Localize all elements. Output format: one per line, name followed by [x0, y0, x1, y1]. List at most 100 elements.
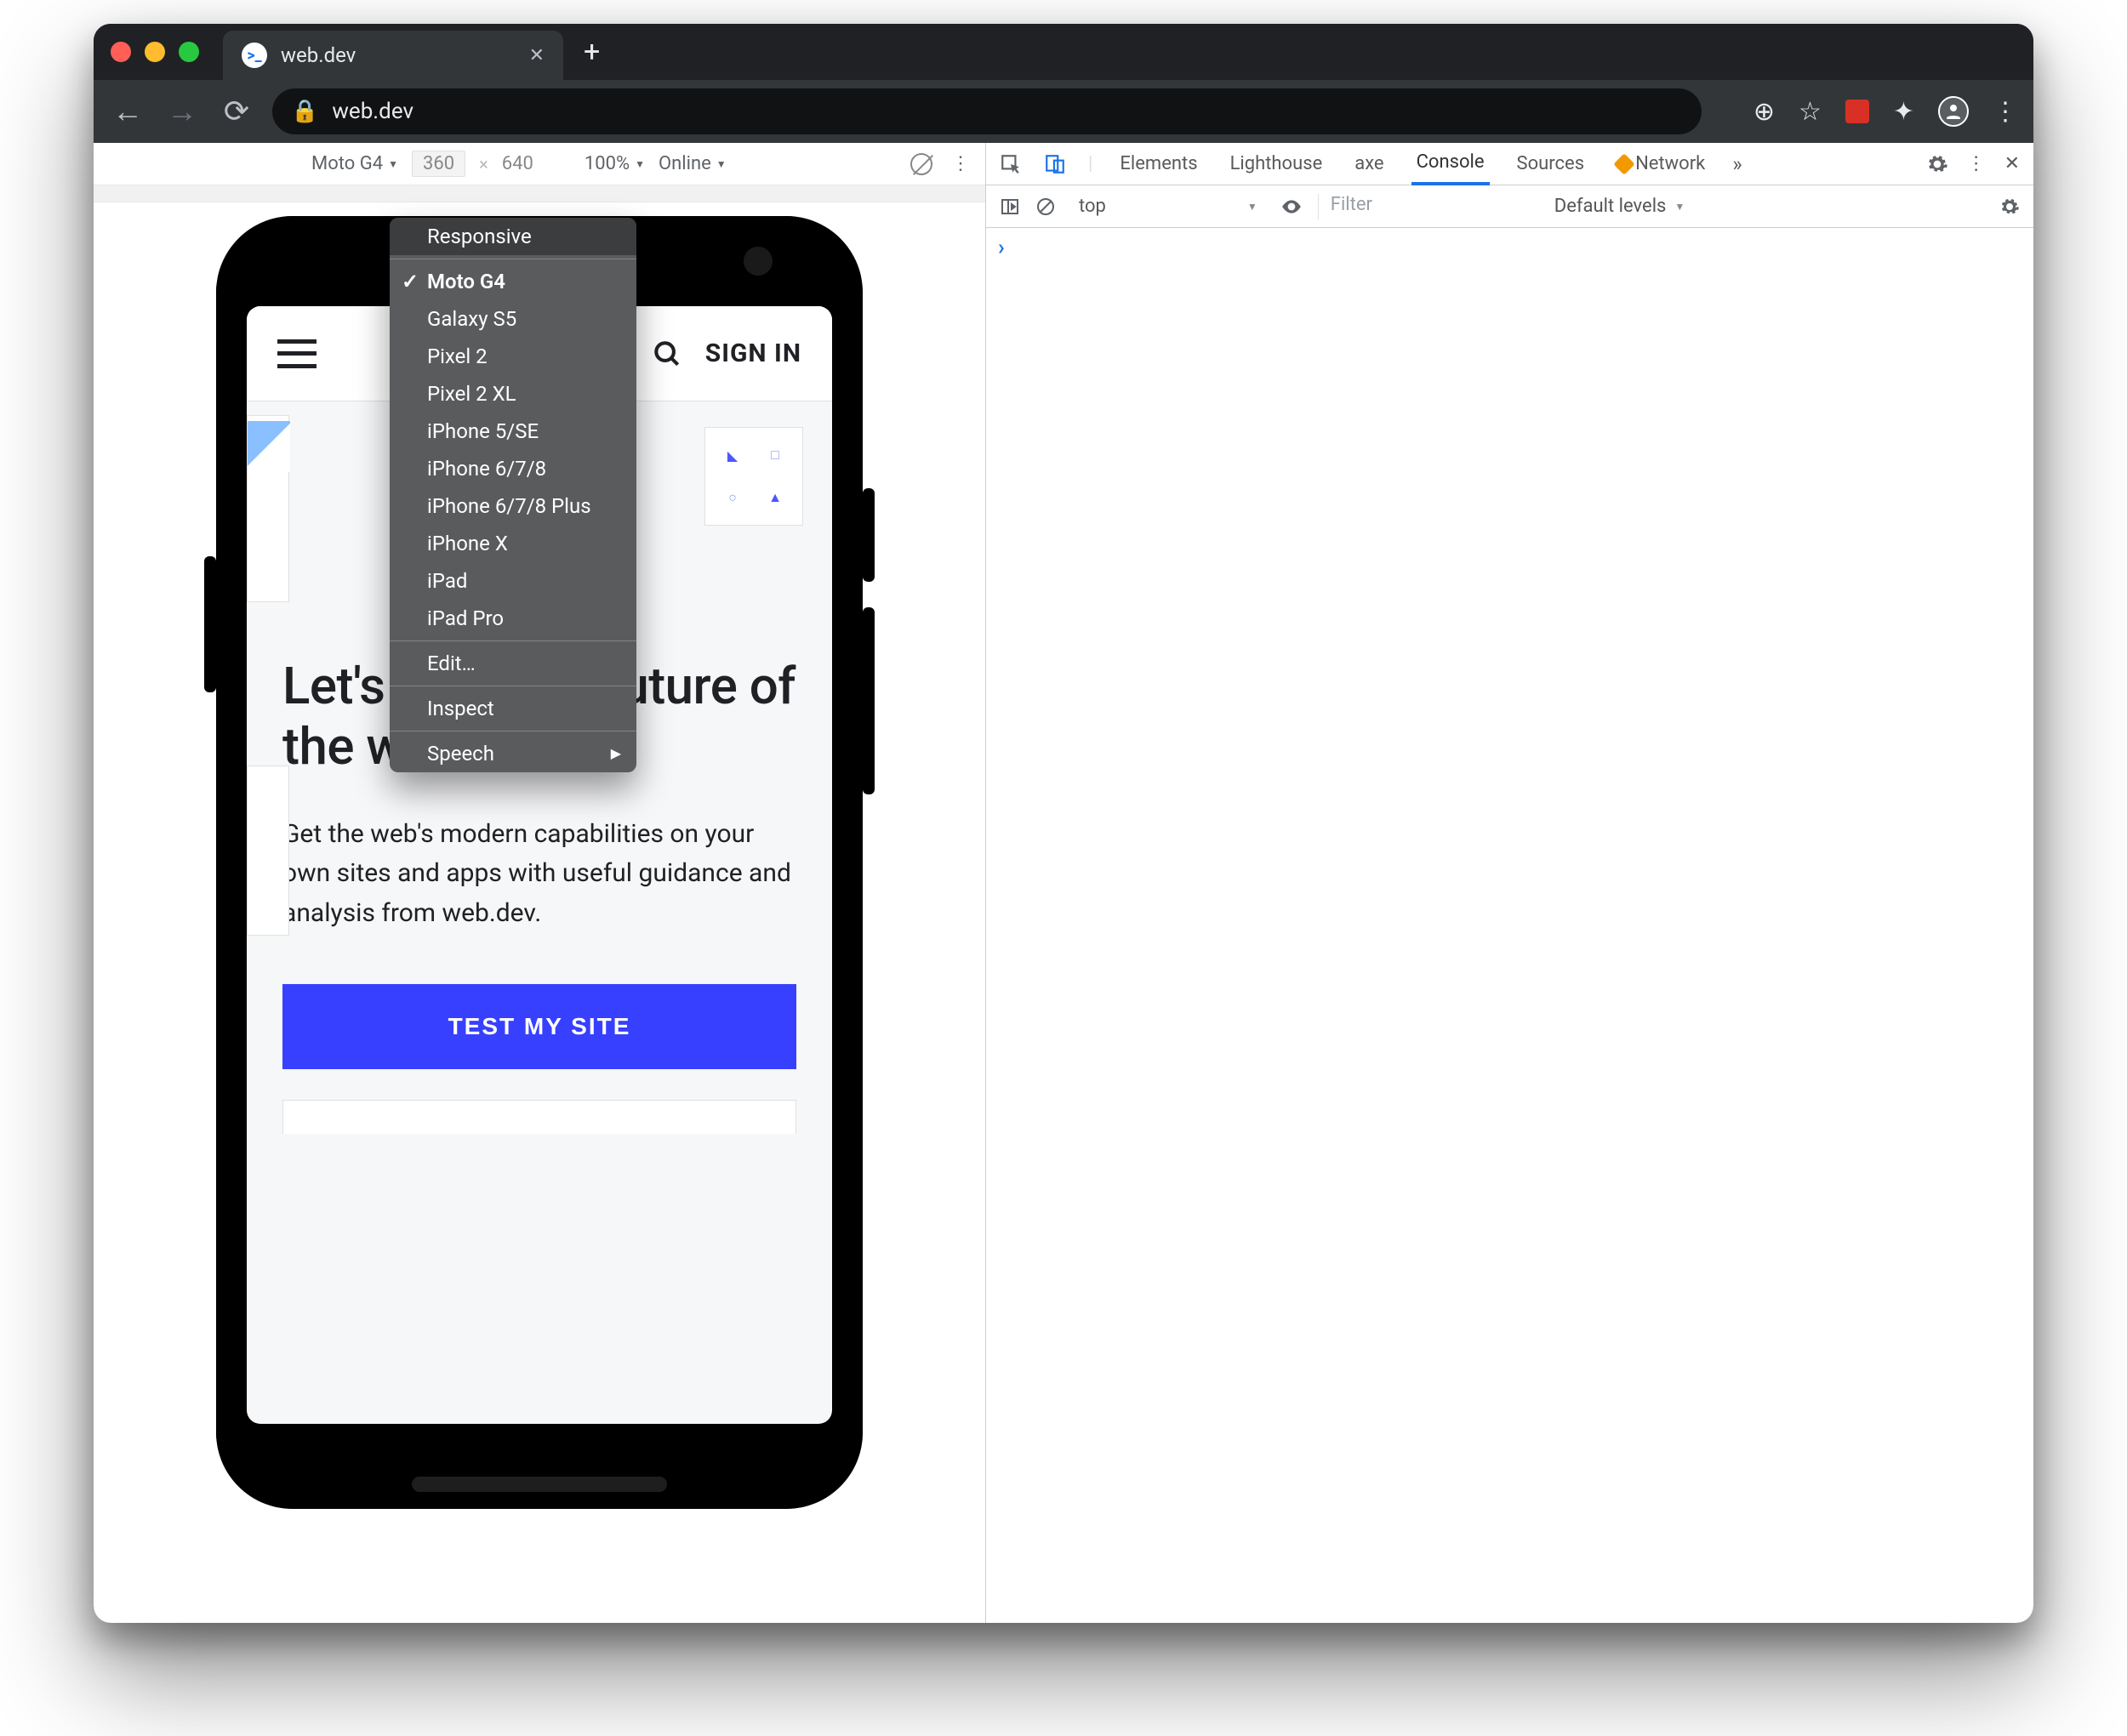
test-my-site-button[interactable]: TEST MY SITE: [282, 984, 796, 1069]
dimension-separator: ×: [479, 154, 488, 174]
new-tab-button[interactable]: +: [584, 35, 600, 69]
device-menu-inspect[interactable]: Inspect: [390, 690, 636, 727]
extensions-icon[interactable]: ✦: [1893, 97, 1914, 127]
device-menu-responsive[interactable]: Responsive: [390, 218, 636, 255]
devtools-close-icon[interactable]: ✕: [2004, 153, 2020, 174]
devtools-tab-label: Network: [1635, 153, 1705, 174]
viewport-ruler: [94, 185, 985, 202]
live-expression-icon[interactable]: [1280, 196, 1303, 218]
console-filter-input[interactable]: Filter: [1318, 194, 1539, 219]
minimize-window-icon[interactable]: [145, 42, 165, 62]
triangle-icon: ◣: [716, 438, 750, 472]
device-camera: [744, 247, 773, 276]
maximize-window-icon[interactable]: [179, 42, 199, 62]
devtools-tab-label: Elements: [1120, 153, 1197, 174]
kebab-menu-icon[interactable]: ⋮: [1993, 97, 2018, 127]
console-toolbar: top Filter Default levels: [986, 185, 2033, 228]
device-side-button: [863, 607, 875, 794]
inspect-element-icon[interactable]: [1000, 153, 1022, 175]
zoom-label: 100%: [584, 153, 630, 174]
device-menu-edit[interactable]: Edit…: [390, 645, 636, 682]
star-icon[interactable]: ☆: [1799, 97, 1822, 127]
device-height-input[interactable]: 640: [502, 153, 533, 174]
circle-icon: ○: [716, 481, 750, 515]
console-prompt-icon: ›: [998, 235, 1005, 260]
devtools-tabbar: | ElementsLighthouseaxeConsoleSourcesNet…: [986, 143, 2033, 185]
device-menu-item[interactable]: iPad: [390, 562, 636, 600]
sign-in-link[interactable]: SIGN IN: [705, 339, 801, 368]
extension-icon[interactable]: [1845, 100, 1869, 123]
device-home-indicator: [412, 1477, 667, 1492]
square-icon: □: [758, 438, 792, 472]
devtools-kebab-icon[interactable]: ⋮: [1967, 153, 1986, 174]
devtools-tab-label: axe: [1354, 153, 1383, 174]
search-icon[interactable]: [651, 338, 683, 370]
devtools-tab-label: Sources: [1517, 153, 1585, 174]
device-toolbar-more-icon[interactable]: ⋮: [951, 153, 970, 174]
forward-button[interactable]: →: [163, 94, 201, 129]
device-select[interactable]: Moto G4 ▼: [311, 153, 398, 174]
hero-side-card: [247, 766, 289, 936]
close-tab-icon[interactable]: ✕: [529, 45, 545, 66]
chevron-down-icon: ▼: [388, 158, 398, 170]
tab-title: web.dev: [281, 43, 356, 67]
rotate-icon[interactable]: [910, 153, 932, 175]
address-bar[interactable]: 🔒 web.dev: [272, 88, 1702, 134]
device-select-menu[interactable]: Responsive Moto G4Galaxy S5Pixel 2Pixel …: [390, 218, 636, 772]
console-body[interactable]: ›: [986, 228, 2033, 1623]
device-menu-item[interactable]: iPhone 5/SE: [390, 413, 636, 450]
device-menu-item[interactable]: iPad Pro: [390, 600, 636, 637]
devtools-tab-axe[interactable]: axe: [1349, 143, 1389, 185]
hero-subhead: Get the web's modern capabilities on you…: [282, 815, 796, 934]
titlebar: >_ web.dev ✕ +: [94, 24, 2033, 80]
devtools-tab-label: Console: [1417, 151, 1485, 173]
card-peek: [282, 1100, 796, 1134]
browser-window: >_ web.dev ✕ + ← → ⟳ 🔒 web.dev ⊕ ☆ ✦: [94, 24, 2033, 1623]
devtools-more-tabs-icon[interactable]: »: [1732, 152, 1742, 176]
console-context-label: top: [1079, 196, 1106, 217]
devtools-settings-icon[interactable]: [1926, 153, 1948, 175]
zoom-select[interactable]: 100% ▼: [584, 153, 645, 174]
devtools-tab-sources[interactable]: Sources: [1512, 143, 1590, 185]
browser-actions: ⊕ ☆ ✦ ⋮: [1753, 96, 2018, 127]
device-menu-item[interactable]: Pixel 2: [390, 338, 636, 375]
devtools-tab-elements[interactable]: Elements: [1115, 143, 1202, 185]
hero-shapes-card: ◣ □ ○ ▲: [704, 427, 803, 526]
devtools-pane: | ElementsLighthouseaxeConsoleSourcesNet…: [985, 143, 2033, 1623]
console-sidebar-toggle-icon[interactable]: [1000, 196, 1020, 217]
device-menu-item[interactable]: Pixel 2 XL: [390, 375, 636, 413]
device-menu-item[interactable]: Moto G4: [390, 263, 636, 300]
window-controls: [111, 42, 199, 62]
log-level-label: Default levels: [1554, 196, 1667, 217]
device-menu-item[interactable]: iPhone 6/7/8: [390, 450, 636, 487]
close-window-icon[interactable]: [111, 42, 131, 62]
devtools-tab-console[interactable]: Console: [1411, 143, 1490, 185]
back-button[interactable]: ←: [109, 94, 146, 129]
devtools-tab-network[interactable]: Network: [1611, 143, 1710, 185]
reload-button[interactable]: ⟳: [218, 94, 255, 129]
toggle-device-icon[interactable]: [1044, 153, 1066, 175]
device-menu-item[interactable]: iPhone 6/7/8 Plus: [390, 487, 636, 525]
device-menu-item[interactable]: Galaxy S5: [390, 300, 636, 338]
profile-avatar-icon[interactable]: [1938, 96, 1969, 127]
device-menu-item[interactable]: iPhone X: [390, 525, 636, 562]
device-menu-speech[interactable]: Speech: [390, 735, 636, 772]
browser-tab[interactable]: >_ web.dev ✕: [223, 31, 563, 80]
device-toolbar: Moto G4 ▼ 360 × 640 100% ▼ Online ▼: [94, 143, 985, 185]
devtools-tab-label: Lighthouse: [1230, 153, 1323, 174]
hero-side-card: [247, 415, 289, 602]
clear-console-icon[interactable]: [1035, 196, 1056, 217]
device-width-input[interactable]: 360: [412, 151, 465, 177]
log-level-select[interactable]: Default levels: [1554, 196, 1685, 217]
device-side-button: [863, 488, 875, 582]
devtools-tab-lighthouse[interactable]: Lighthouse: [1225, 143, 1328, 185]
console-context-select[interactable]: top: [1071, 193, 1265, 219]
console-settings-icon[interactable]: [1999, 196, 2020, 217]
chevron-down-icon: ▼: [716, 158, 727, 170]
menu-icon[interactable]: [277, 339, 316, 368]
warning-icon: [1613, 153, 1634, 174]
device-side-button: [204, 556, 216, 692]
throttle-select[interactable]: Online ▼: [659, 153, 727, 174]
triangle-up-icon: ▲: [758, 481, 792, 515]
add-bookmark-icon[interactable]: ⊕: [1753, 97, 1775, 127]
